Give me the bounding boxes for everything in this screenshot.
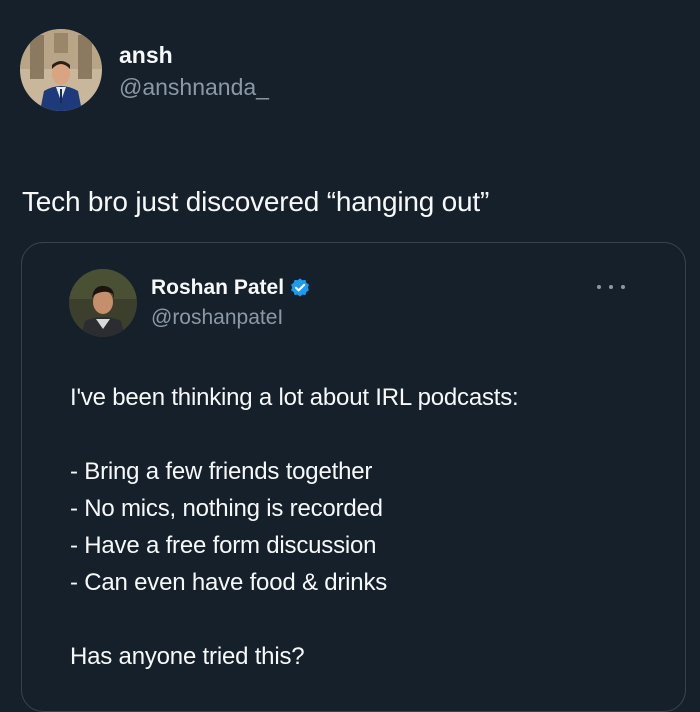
quoted-text-line: - Can even have food & drinks: [70, 569, 388, 596]
quoted-text-line: Has anyone tried this?: [70, 643, 305, 670]
avatar[interactable]: [20, 29, 102, 111]
quoted-tweet-text: I've been thinking a lot about IRL podca…: [70, 379, 519, 675]
quoted-author: Roshan Patel @roshanpateI: [69, 269, 311, 337]
quoted-author-handle[interactable]: @roshanpateI: [151, 305, 311, 331]
author-name[interactable]: ansh: [119, 41, 269, 69]
more-dot: [597, 285, 601, 289]
verified-badge-icon: [289, 277, 311, 299]
quoted-text-line: [70, 416, 519, 453]
quoted-avatar[interactable]: [69, 269, 137, 337]
quoted-tweet-card[interactable]: Roshan Patel @roshanpateI I've been thin…: [21, 242, 686, 712]
quoted-text-line: - No mics, nothing is recorded: [70, 495, 383, 522]
quoted-text-line: I've been thinking a lot about IRL podca…: [70, 384, 519, 411]
more-dot: [621, 285, 625, 289]
author-handle[interactable]: @anshnanda_: [119, 73, 269, 101]
quoted-text-line: - Have a free form discussion: [70, 532, 377, 559]
more-dot: [609, 285, 613, 289]
tweet-author: ansh @anshnanda_: [20, 29, 269, 111]
quoted-author-name[interactable]: Roshan Patel: [151, 275, 284, 301]
tweet-text: Tech bro just discovered “hanging out”: [22, 186, 490, 217]
quoted-text-line: [70, 601, 519, 638]
more-options-icon[interactable]: [597, 279, 625, 295]
quoted-text-line: - Bring a few friends together: [70, 458, 373, 485]
